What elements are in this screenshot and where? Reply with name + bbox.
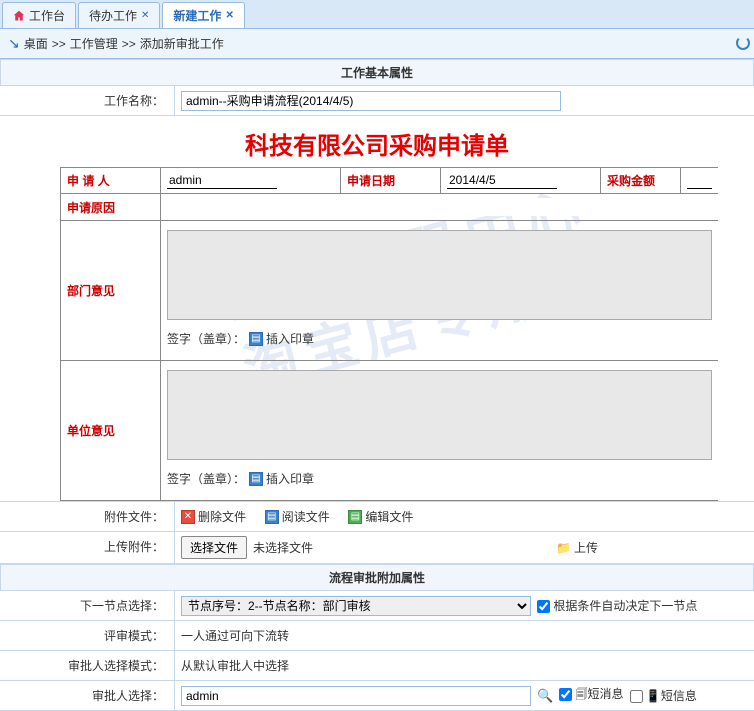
tab-todo[interactable]: 待办工作 ✕: [78, 2, 160, 28]
delete-icon: ✕: [181, 510, 195, 524]
insert-seal-button[interactable]: ▤ 插入印章: [249, 330, 314, 347]
date-input[interactable]: [447, 172, 557, 189]
close-icon[interactable]: ✕: [225, 10, 233, 21]
sign-label: 签字（盖章）：: [167, 330, 245, 347]
choose-file-button[interactable]: 选择文件: [181, 536, 247, 559]
tab-todo-label: 待办工作: [89, 7, 137, 24]
msg-icon: 🗐: [576, 687, 588, 701]
seal-icon: ▤: [249, 332, 263, 346]
breadcrumb: ↘ 桌面 >> 工作管理 >> 添加新审批工作: [0, 29, 754, 59]
delete-file-button[interactable]: ✕删除文件: [181, 508, 246, 525]
approver-label: 审批人选择：: [0, 681, 175, 710]
read-icon: ▤: [265, 510, 279, 524]
attach-file-label: 附件文件：: [0, 502, 175, 531]
insert-seal-button[interactable]: ▤ 插入印章: [249, 470, 314, 487]
tab-bar: 工作台 待办工作 ✕ 新建工作 ✕: [0, 0, 754, 29]
tab-new-label: 新建工作: [173, 7, 221, 24]
reason-input[interactable]: [167, 198, 712, 216]
tab-new[interactable]: 新建工作 ✕: [162, 2, 244, 28]
tab-workbench-label: 工作台: [29, 7, 65, 24]
approver-input[interactable]: [181, 686, 531, 706]
crumb-add: 添加新审批工作: [140, 35, 224, 52]
phone-icon: 📱: [646, 689, 661, 703]
read-file-button[interactable]: ▤阅读文件: [265, 508, 330, 525]
sms1-check[interactable]: 🗐短消息: [559, 685, 623, 706]
edit-file-button[interactable]: ▤编辑文件: [348, 508, 413, 525]
auto-decide-check[interactable]: 根据条件自动决定下一节点: [537, 597, 697, 614]
applicant-label: 申 请 人: [61, 168, 161, 194]
review-mode-label: 评审模式：: [0, 621, 175, 650]
nofile-text: 未选择文件: [253, 539, 313, 556]
dept-opinion-label: 部门意见: [61, 221, 161, 361]
arrow-icon: ↘: [8, 35, 20, 52]
search-icon[interactable]: 🔍: [537, 688, 553, 704]
workname-label: 工作名称：: [0, 86, 175, 115]
close-icon[interactable]: ✕: [141, 10, 149, 21]
upload-icon: 📁: [556, 541, 571, 555]
tab-workbench[interactable]: 工作台: [2, 2, 76, 28]
section-flow: 流程审批附加属性: [0, 564, 754, 591]
sign-label: 签字（盖章）：: [167, 470, 245, 487]
sms2-check[interactable]: 📱短信息: [630, 687, 697, 704]
loading-icon: [736, 36, 750, 50]
amount-input[interactable]: [687, 172, 712, 189]
nextnode-label: 下一节点选择：: [0, 591, 175, 620]
workname-input[interactable]: [181, 91, 561, 111]
approver-mode-value: 从默认审批人中选择: [175, 651, 754, 680]
upload-button[interactable]: 📁 上传: [556, 539, 598, 556]
dept-opinion-box[interactable]: [167, 230, 712, 320]
home-icon: [13, 10, 25, 22]
nextnode-select[interactable]: 节点序号：2--节点名称：部门审核: [181, 596, 531, 616]
unit-opinion-label: 单位意见: [61, 361, 161, 501]
applicant-input[interactable]: [167, 172, 277, 189]
purchase-form: 申 请 人 申请日期 采购金额 申请原因 部门意见 签字（盖章）： ▤ 插入印章…: [60, 167, 718, 501]
edit-icon: ▤: [348, 510, 362, 524]
crumb-mgmt[interactable]: 工作管理: [70, 35, 118, 52]
section-basic: 工作基本属性: [0, 59, 754, 86]
form-title: 科技有限公司采购申请单: [0, 116, 754, 167]
reason-label: 申请原因: [61, 194, 161, 221]
unit-opinion-box[interactable]: [167, 370, 712, 460]
review-mode-value: 一人通过可向下流转: [175, 621, 754, 650]
crumb-desktop[interactable]: 桌面: [24, 35, 48, 52]
date-label: 申请日期: [341, 168, 441, 194]
seal-icon: ▤: [249, 472, 263, 486]
upload-label: 上传附件：: [0, 532, 175, 563]
approver-mode-label: 审批人选择模式：: [0, 651, 175, 680]
amount-label: 采购金额: [601, 168, 681, 194]
